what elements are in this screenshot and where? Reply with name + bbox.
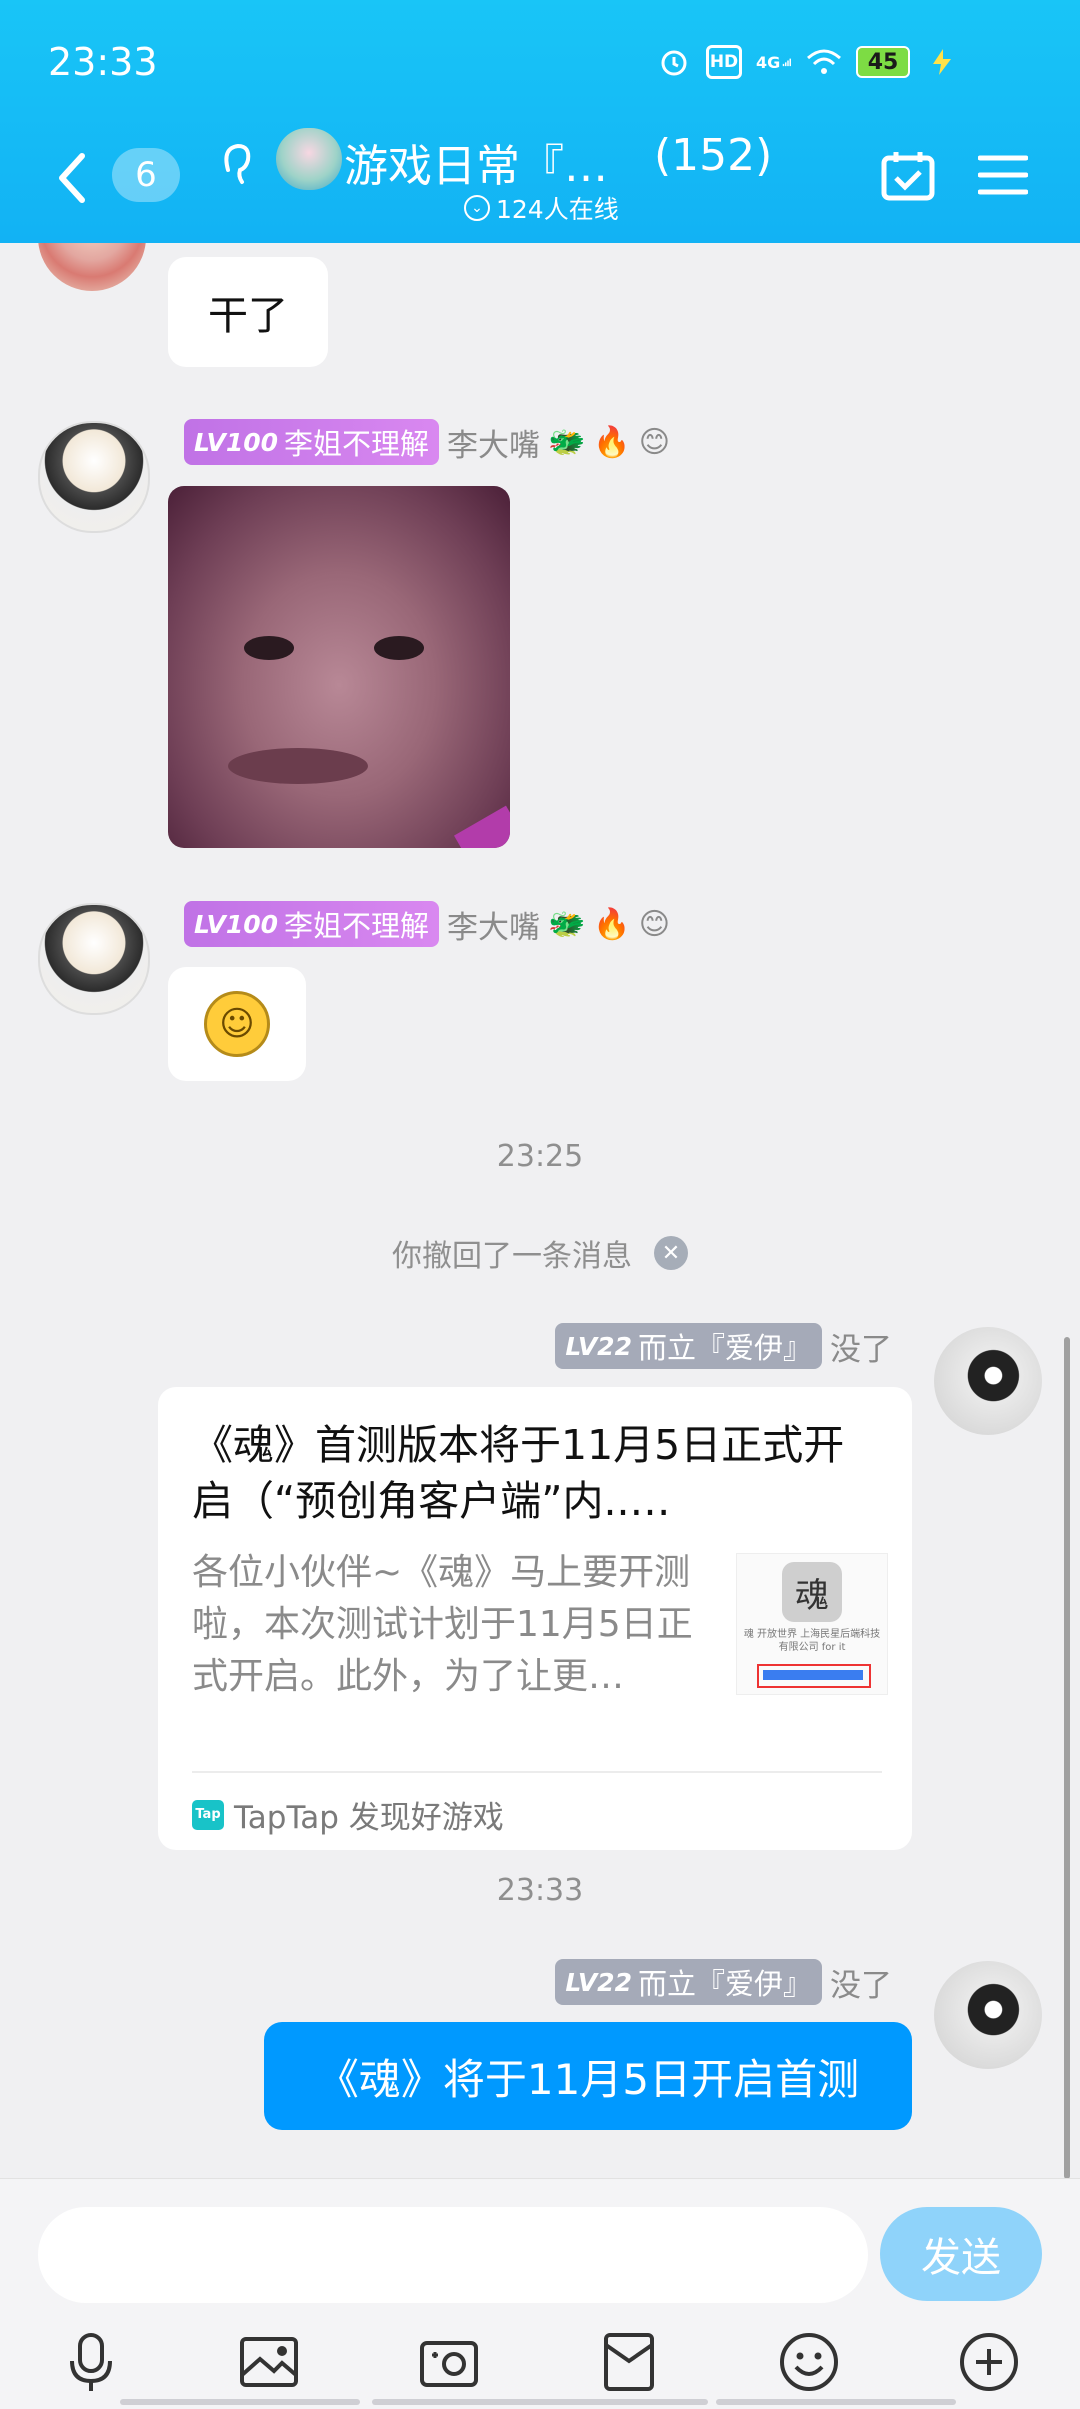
close-icon[interactable]: ✕: [654, 1236, 688, 1270]
thumb-caption: 魂 开放世界 上海民星后端科技有限公司 for it: [743, 1629, 881, 1653]
level-tag: LV22 而立『爱伊』: [555, 1323, 822, 1369]
input-area: 发送: [0, 2178, 1080, 2409]
sender-nameline: LV22 而立『爱伊』 没了: [555, 1959, 892, 2005]
avatar[interactable]: [38, 421, 150, 533]
menu-icon[interactable]: [977, 152, 1029, 198]
online-count[interactable]: ⌄ 124人在线: [464, 190, 619, 226]
group-avatar[interactable]: [276, 128, 342, 190]
unread-badge[interactable]: 6: [112, 148, 180, 202]
taptap-icon: Tap: [192, 1799, 224, 1830]
thumb-button: [757, 1664, 871, 1688]
timestamp: 23:25: [496, 1139, 584, 1174]
send-button[interactable]: 发送: [880, 2207, 1042, 2301]
sender-name[interactable]: 没了: [830, 1324, 892, 1369]
wifi-icon: [806, 44, 842, 80]
game-logo: 魂: [782, 1562, 842, 1622]
sender-nameline: LV100 李姐不理解 李大嘴 🐲 🔥 😊: [184, 901, 670, 947]
sender-name[interactable]: 李大嘴: [447, 902, 540, 947]
text-message[interactable]: 干了: [168, 257, 328, 367]
smile-badge-icon: 😊: [638, 906, 671, 942]
network-type: 4G: [756, 52, 781, 72]
sticker-eye: [374, 636, 424, 660]
divider: [192, 1771, 882, 1773]
status-time: 23:33: [48, 40, 158, 84]
level: LV100: [194, 427, 279, 457]
avatar[interactable]: [934, 1961, 1042, 2069]
message-input[interactable]: [38, 2207, 868, 2303]
chat-messages[interactable]: 干了 LV100 李姐不理解 李大嘴 🐲 🔥 😊 LV100 李姐不理解 李大嘴…: [0, 243, 1080, 2178]
sender-nameline: LV22 而立『爱伊』 没了: [555, 1323, 892, 1369]
sticker-ribbon: [454, 805, 510, 848]
level: LV22: [565, 1967, 632, 1997]
emoji-message[interactable]: ☺: [168, 967, 306, 1081]
charging-icon: [924, 44, 960, 80]
share-card[interactable]: 《魂》首测版本将于11月5日正式开启（“预创角客户端”内..… 各位小伙伴~《魂…: [158, 1387, 912, 1850]
ear-icon[interactable]: [218, 140, 254, 190]
status-icons: HD 4G 45: [656, 44, 960, 80]
level-tag: LV100 李姐不理解: [184, 419, 440, 465]
hd-icon: HD: [706, 45, 742, 79]
smile-badge-icon: 😊: [638, 424, 671, 460]
level: LV100: [194, 909, 279, 939]
nav-indicator: [372, 2399, 708, 2405]
nav-indicator: [120, 2399, 360, 2405]
nav-indicator: [716, 2399, 956, 2405]
message-text: 《魂》将于11月5日开启首测: [316, 2054, 860, 2104]
back-button[interactable]: [52, 148, 92, 208]
image-icon[interactable]: [236, 2329, 302, 2395]
fire-badge-icon: 🔥: [593, 424, 631, 460]
dragon-badge-icon: 🐲: [548, 906, 586, 942]
alarm-icon: [656, 44, 692, 80]
emoji-icon[interactable]: [776, 2329, 842, 2395]
member-title: 李姐不理解: [284, 427, 430, 461]
level-tag: LV100 李姐不理解: [184, 901, 440, 947]
microphone-icon[interactable]: [58, 2329, 124, 2395]
sender-name[interactable]: 李大嘴: [447, 420, 540, 465]
level-tag: LV22 而立『爱伊』: [555, 1959, 822, 2005]
dragon-badge-icon: 🐲: [548, 424, 586, 460]
card-description: 各位小伙伴~《魂》马上要开测啦，本次测试计划于11月5日正式开启。此外，为了让更…: [192, 1552, 693, 1697]
calendar-check-icon[interactable]: [880, 150, 936, 202]
level: LV22: [565, 1331, 632, 1361]
card-title: 《魂》首测版本将于11月5日正式开启（“预创角客户端”内..…: [192, 1421, 845, 1525]
chevron-down-icon: ⌄: [464, 195, 490, 221]
input-toolbar: [0, 2329, 1080, 2399]
recall-notice: 你撤回了一条消息 ✕: [0, 1231, 1080, 1275]
member-count: (152): [654, 130, 773, 181]
scrollbar[interactable]: [1064, 1337, 1070, 2178]
avatar[interactable]: [38, 903, 150, 1015]
recall-text: 你撤回了一条消息: [392, 1239, 632, 1274]
timestamp: 23:33: [496, 1873, 584, 1908]
fire-badge-icon: 🔥: [593, 906, 631, 942]
member-title: 李姐不理解: [284, 909, 430, 943]
sticker-eye: [244, 636, 294, 660]
card-source: Tap TapTap 发现好游戏: [192, 1792, 504, 1837]
sender-name[interactable]: 没了: [830, 1960, 892, 2005]
card-thumbnail: 魂 魂 开放世界 上海民星后端科技有限公司 for it: [736, 1553, 888, 1695]
signal-icon: 4G: [756, 44, 792, 80]
grin-emoji-icon: ☺: [204, 991, 270, 1057]
plus-icon[interactable]: [956, 2329, 1022, 2395]
member-title: 而立『爱伊』: [637, 1967, 812, 2001]
red-packet-icon[interactable]: [596, 2329, 662, 2395]
avatar[interactable]: [38, 243, 146, 291]
online-label: 124人在线: [496, 195, 619, 224]
my-text-message[interactable]: 《魂》将于11月5日开启首测: [264, 2022, 912, 2130]
battery-indicator: 45: [856, 46, 910, 78]
chat-header: 23:33 HD 4G 45 6 游戏日常『… (152) ⌄ 124人在线: [0, 0, 1080, 243]
group-title[interactable]: 游戏日常『…: [344, 130, 608, 194]
sticker-image[interactable]: [168, 486, 510, 848]
sticker-mouth: [228, 748, 368, 784]
sender-nameline: LV100 李姐不理解 李大嘴 🐲 🔥 😊: [184, 419, 670, 465]
member-title: 而立『爱伊』: [637, 1331, 812, 1365]
message-text: 干了: [208, 293, 288, 339]
source-label: TapTap 发现好游戏: [234, 1800, 504, 1836]
avatar[interactable]: [934, 1327, 1042, 1435]
camera-icon[interactable]: [416, 2329, 482, 2395]
